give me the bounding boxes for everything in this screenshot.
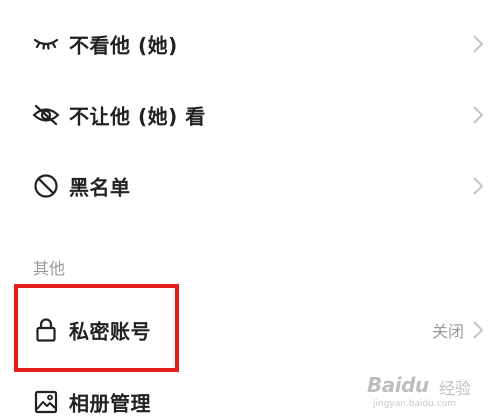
- private-account-status: 关闭: [431, 322, 464, 341]
- baidu-jingyan-watermark: Baidu 经验 jingyan.baidu.com: [367, 373, 487, 413]
- chevron-right-icon: [473, 35, 484, 53]
- dont-see-him-label: 不看他 (她): [69, 33, 178, 58]
- private-account-row[interactable]: 私密账号 关闭: [0, 305, 497, 355]
- blacklist-label: 黑名单: [69, 175, 131, 200]
- settings-page: 不看他 (她) 不让他 (她) 看 黑名单 其他 私密账号 关闭 相册管理 Ba…: [0, 0, 497, 417]
- dont-see-him-row[interactable]: 不看他 (她): [0, 19, 497, 69]
- watermark-logo: Baidu: [367, 373, 429, 397]
- chevron-right-icon: [473, 321, 484, 339]
- block-icon: [31, 171, 61, 201]
- album-management-label: 相册管理: [69, 391, 151, 416]
- watermark-url: jingyan.baidu.com: [373, 399, 457, 409]
- image-icon: [31, 387, 61, 417]
- hide-from-him-row[interactable]: 不让他 (她) 看: [0, 90, 497, 140]
- blacklist-row[interactable]: 黑名单: [0, 161, 497, 211]
- other-section-title: 其他: [33, 259, 66, 278]
- lock-icon: [31, 315, 61, 345]
- eye-slash-icon: [31, 100, 61, 130]
- chevron-right-icon: [473, 177, 484, 195]
- private-account-label: 私密账号: [69, 319, 151, 344]
- watermark-logo-cn: 经验: [439, 379, 472, 398]
- chevron-right-icon: [473, 106, 484, 124]
- hide-from-him-label: 不让他 (她) 看: [69, 104, 206, 129]
- closed-eye-icon: [31, 29, 61, 59]
